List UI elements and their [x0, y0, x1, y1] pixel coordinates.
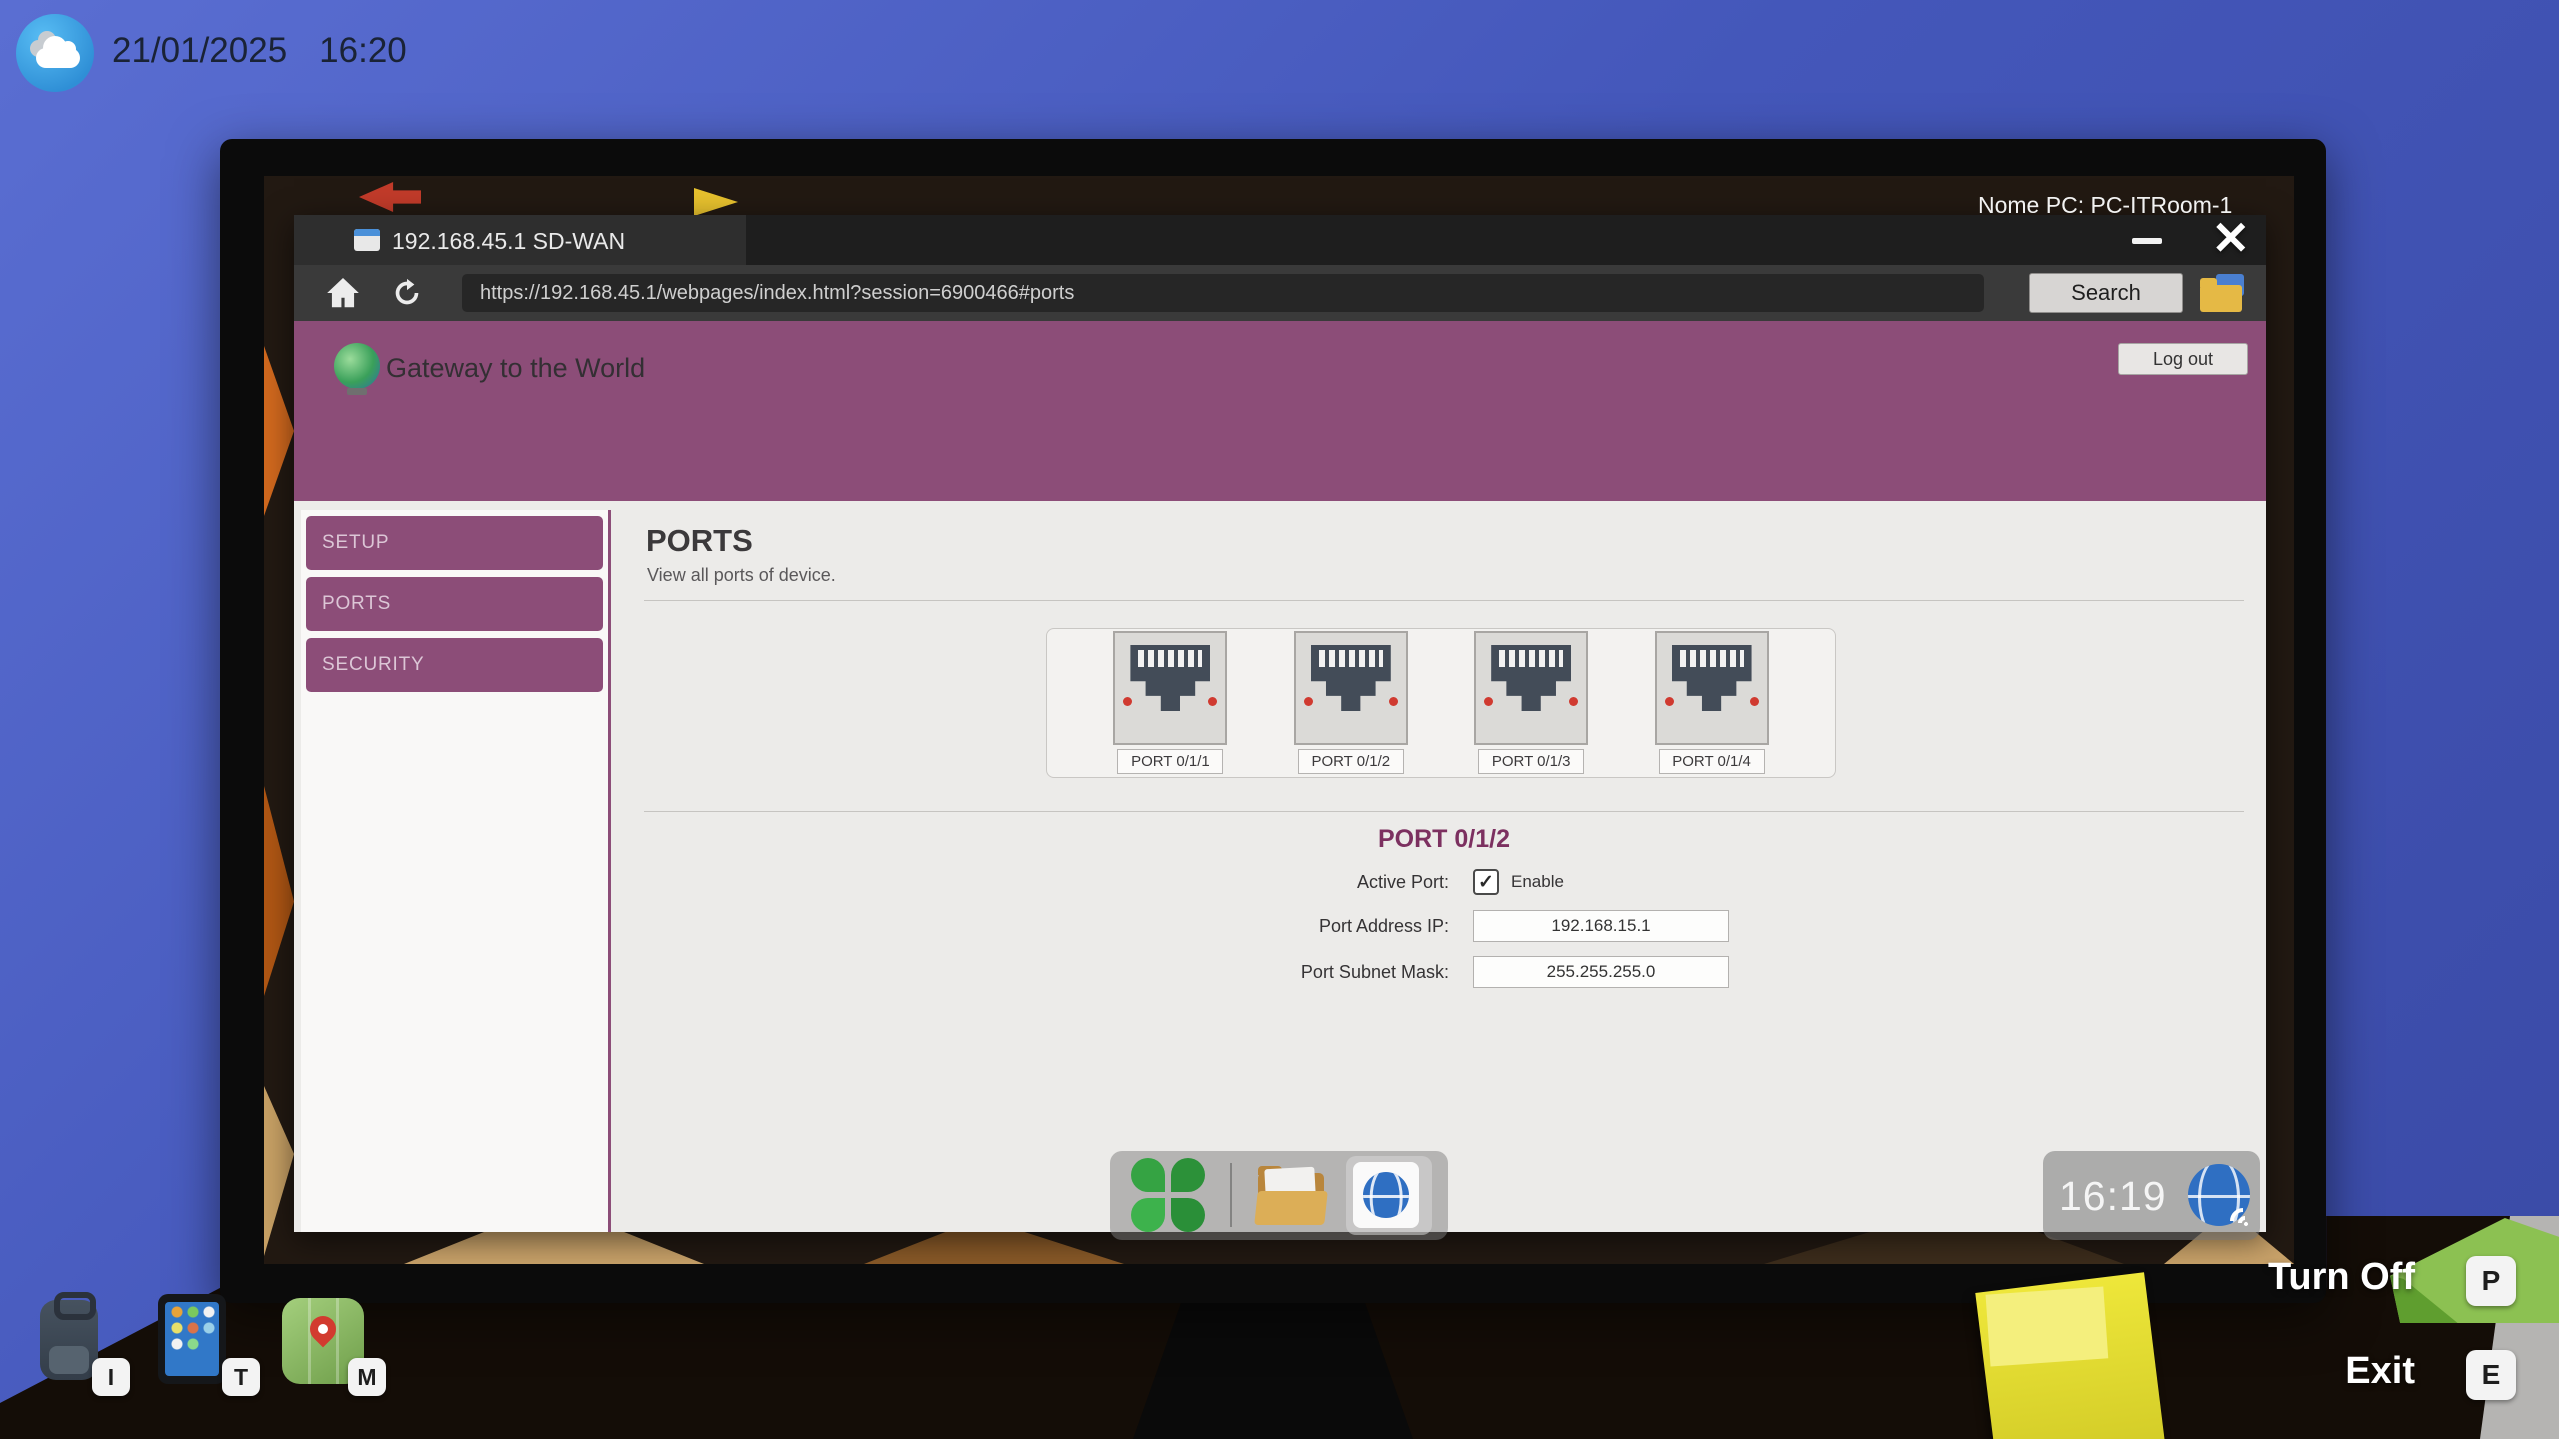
wifi-icon — [2226, 1204, 2256, 1234]
subnet-mask-input[interactable] — [1473, 956, 1729, 988]
sidebar-item-security[interactable]: SECURITY — [306, 638, 603, 692]
key-badge-turn-off: P — [2466, 1256, 2516, 1306]
port-item[interactable]: PORT 0/1/1 — [1113, 631, 1227, 774]
game-scene: 192.168.45.1 SD-WAN ✕ Search — [0, 0, 2559, 1439]
page-subtitle: View all ports of device. — [647, 565, 836, 586]
clover-app-icon[interactable] — [1131, 1158, 1207, 1234]
url-input[interactable] — [462, 274, 1984, 312]
key-badge-tablet: T — [222, 1358, 260, 1396]
wallpaper-shape — [359, 182, 421, 212]
port-item[interactable]: PORT 0/1/4 — [1655, 631, 1769, 774]
wallpaper-shape — [264, 786, 294, 996]
refresh-icon[interactable] — [390, 276, 424, 315]
sidebar: SETUP PORTS SECURITY — [301, 510, 611, 1232]
sticky-note — [1975, 1272, 2164, 1439]
ethernet-port-icon — [1113, 631, 1227, 745]
monitor: 192.168.45.1 SD-WAN ✕ Search — [220, 139, 2326, 1303]
hud-date: 21/01/2025 — [112, 31, 287, 71]
port-ip-input[interactable] — [1473, 910, 1729, 942]
port-led — [1304, 697, 1313, 706]
window-title: 192.168.45.1 SD-WAN — [392, 228, 625, 255]
port-ip-row: Port Address IP: — [994, 909, 1814, 943]
bookmarks-icon[interactable] — [2200, 274, 2246, 312]
system-clock: 16:19 — [2059, 1173, 2167, 1220]
exit-action[interactable]: Exit — [2345, 1350, 2415, 1393]
enable-label: Enable — [1511, 872, 1564, 892]
port-led — [1389, 697, 1398, 706]
key-badge-inventory: I — [92, 1358, 130, 1396]
files-app-icon[interactable] — [1256, 1167, 1326, 1225]
port-label: PORT 0/1/3 — [1478, 749, 1584, 774]
inventory-tablet-icon[interactable] — [158, 1294, 226, 1384]
wallpaper-shape — [694, 188, 738, 216]
wallpaper-shape — [264, 346, 294, 516]
active-port-label: Active Port: — [994, 872, 1449, 893]
subnet-mask-label: Port Subnet Mask: — [994, 962, 1449, 983]
pc-name-label: Nome PC: PC-ITRoom-1 — [1978, 192, 2232, 219]
port-label: PORT 0/1/1 — [1117, 749, 1223, 774]
key-badge-map: M — [348, 1358, 386, 1396]
hud-time: 16:20 — [319, 31, 407, 71]
browser-toolbar: Search — [294, 265, 2266, 321]
ethernet-port-icon — [1655, 631, 1769, 745]
sidebar-item-setup[interactable]: SETUP — [306, 516, 603, 570]
minimize-button[interactable] — [2132, 238, 2162, 244]
port-ip-label: Port Address IP: — [994, 916, 1449, 937]
port-item[interactable]: PORT 0/1/2 — [1294, 631, 1408, 774]
main-content: PORTS View all ports of device. PORT 0/ — [644, 501, 2244, 1232]
dock-divider — [1230, 1163, 1232, 1227]
close-button[interactable]: ✕ — [2211, 211, 2250, 265]
sidebar-item-ports[interactable]: PORTS — [306, 577, 603, 631]
weather-icon — [16, 14, 94, 92]
subnet-mask-row: Port Subnet Mask: — [994, 955, 1814, 989]
port-led — [1123, 697, 1132, 706]
port-detail-heading: PORT 0/1/2 — [644, 825, 2244, 854]
site-brand: Gateway to the World — [386, 353, 645, 384]
system-tray: 16:19 — [2043, 1151, 2260, 1240]
divider — [644, 600, 2244, 601]
search-button[interactable]: Search — [2029, 273, 2183, 313]
browser-titlebar[interactable]: 192.168.45.1 SD-WAN ✕ — [294, 215, 2266, 265]
wallpaper-shape — [264, 1086, 294, 1256]
hud-datetime: 21/01/2025 16:20 — [112, 31, 407, 71]
port-led — [1665, 697, 1674, 706]
browser-app-icon[interactable] — [1353, 1162, 1419, 1228]
ethernet-port-icon — [1474, 631, 1588, 745]
port-led — [1484, 697, 1493, 706]
monitor-screen: 192.168.45.1 SD-WAN ✕ Search — [264, 176, 2294, 1264]
enable-checkbox[interactable]: ✓ — [1473, 869, 1499, 895]
active-port-row: Active Port: ✓ Enable — [994, 865, 1814, 899]
window-icon — [354, 229, 380, 251]
port-label: PORT 0/1/2 — [1298, 749, 1404, 774]
port-led — [1208, 697, 1217, 706]
inventory-backpack-icon[interactable] — [40, 1300, 98, 1380]
globe-icon — [1363, 1172, 1409, 1218]
divider — [644, 811, 2244, 812]
port-label: PORT 0/1/4 — [1659, 749, 1765, 774]
port-led — [1750, 697, 1759, 706]
logout-button[interactable]: Log out — [2118, 343, 2248, 375]
map-pin-icon — [305, 1311, 342, 1348]
key-badge-exit: E — [2466, 1350, 2516, 1400]
ports-panel: PORT 0/1/1 PORT 0/1/2 — [1046, 628, 1836, 778]
globe-logo-icon — [334, 343, 380, 389]
site-header: Gateway to the World Log out — [294, 321, 2266, 501]
turn-off-action[interactable]: Turn Off — [2268, 1256, 2415, 1299]
browser-window: 192.168.45.1 SD-WAN ✕ Search — [294, 215, 2266, 1232]
home-icon[interactable] — [324, 274, 362, 317]
page-title: PORTS — [646, 523, 753, 559]
page-body: SETUP PORTS SECURITY PORTS View all port… — [294, 501, 2266, 1232]
port-item[interactable]: PORT 0/1/3 — [1474, 631, 1588, 774]
taskbar-dock — [1110, 1151, 1448, 1240]
port-led — [1569, 697, 1578, 706]
ethernet-port-icon — [1294, 631, 1408, 745]
